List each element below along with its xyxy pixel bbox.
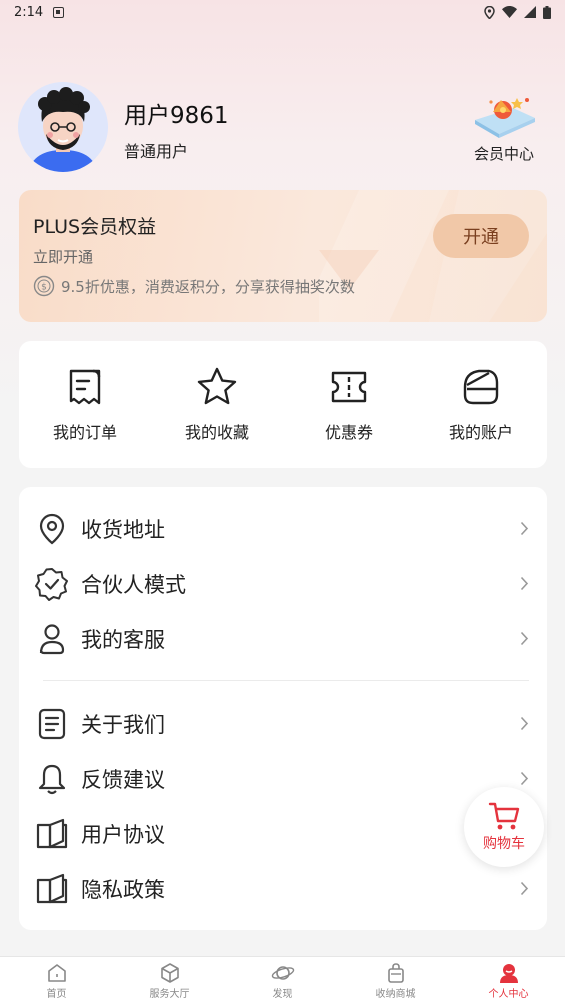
vip-gift-icon [475, 98, 535, 138]
menu-item-label: 隐私政策 [81, 878, 165, 902]
menu-item-label: 我的客服 [81, 628, 165, 652]
menu-item-label: 用户协议 [81, 823, 165, 847]
profile-section: 用户9861 普通用户 会员中心 [18, 82, 548, 177]
menu-item-privacy-policy[interactable]: 隐私政策 [19, 862, 547, 916]
bottom-navigation: 首页 服务大厅 发现 收纳商城 个人中心 [0, 956, 565, 1004]
nav-discover[interactable]: 发现 [226, 957, 339, 1004]
quick-action-label: 我的收藏 [184, 423, 249, 442]
receipt-icon [69, 369, 101, 405]
cart-label: 购物车 [483, 836, 525, 852]
plus-title: PLUS会员权益 [33, 216, 157, 238]
nav-storage-mall[interactable]: 收纳商城 [339, 957, 452, 1004]
nav-service-hall[interactable]: 服务大厅 [113, 957, 226, 1004]
vip-center-label: 会员中心 [473, 145, 534, 163]
verified-badge-icon [35, 567, 69, 601]
chevron-right-icon [520, 771, 529, 786]
bag-icon [387, 963, 404, 983]
chevron-right-icon [520, 881, 529, 896]
vip-center-button[interactable]: 会员中心 [464, 90, 544, 170]
star-icon [197, 367, 237, 405]
menu-item-address[interactable]: 收货地址 [19, 502, 547, 556]
bell-icon [35, 762, 69, 796]
status-icons [484, 5, 551, 19]
quick-action-coupons[interactable]: 优惠券 [283, 341, 415, 468]
coin-icon: $ [33, 275, 55, 297]
chevron-right-icon [520, 521, 529, 536]
nav-label: 首页 [46, 989, 67, 1000]
quick-action-label: 优惠券 [324, 423, 373, 442]
quick-action-label: 我的订单 [52, 423, 117, 442]
document-icon [35, 707, 69, 741]
menu-list-card: 收货地址 合伙人模式 我的客服 关于我们 反馈建议 用户协议 隐私政策 [19, 487, 547, 930]
location-icon [484, 5, 495, 19]
nav-label: 服务大厅 [149, 989, 190, 1000]
menu-item-about[interactable]: 关于我们 [19, 697, 547, 751]
quick-actions-card: 我的订单 我的收藏 优惠券 我的账户 [19, 341, 547, 468]
username: 用户9861 [124, 103, 229, 129]
chevron-right-icon [520, 631, 529, 646]
person-icon [35, 622, 69, 656]
status-bar: 2:14 [0, 0, 565, 24]
plus-open-button[interactable]: 开通 [433, 214, 529, 258]
wifi-icon [502, 6, 517, 18]
menu-divider [43, 680, 529, 681]
user-profile-icon [499, 964, 518, 983]
home-icon [47, 964, 66, 982]
menu-item-customer-service[interactable]: 我的客服 [19, 612, 547, 666]
menu-item-partner[interactable]: 合伙人模式 [19, 557, 547, 611]
planet-icon [271, 966, 294, 980]
avatar[interactable] [18, 82, 108, 172]
menu-item-label: 合伙人模式 [81, 573, 186, 597]
shopping-cart-icon [488, 802, 520, 830]
status-time: 2:14 [14, 4, 44, 20]
nav-label: 个人中心 [488, 989, 529, 1000]
chevron-right-icon [520, 576, 529, 591]
book-icon [35, 872, 69, 906]
cube-icon [160, 963, 179, 983]
nav-profile[interactable]: 个人中心 [452, 957, 565, 1004]
plus-membership-card[interactable]: PLUS会员权益 立即开通 $ 9.5折优惠，消费返积分，分享获得抽奖次数 开通 [19, 190, 547, 322]
quick-action-orders[interactable]: 我的订单 [19, 341, 151, 468]
signal-icon [524, 6, 536, 18]
avatar-illustration [18, 82, 108, 172]
menu-item-label: 反馈建议 [81, 768, 165, 792]
nav-label: 发现 [272, 989, 293, 1000]
quick-action-account[interactable]: 我的账户 [415, 341, 547, 468]
user-type: 普通用户 [124, 142, 189, 161]
plus-benefit-row: $ 9.5折优惠，消费返积分，分享获得抽奖次数 [33, 275, 355, 297]
menu-item-feedback[interactable]: 反馈建议 [19, 752, 547, 806]
book-icon [35, 817, 69, 851]
menu-item-label: 收货地址 [81, 518, 165, 542]
cart-floating-button[interactable]: 购物车 [464, 787, 544, 867]
chevron-right-icon [520, 716, 529, 731]
plus-subtitle: 立即开通 [33, 248, 94, 266]
wallet-icon [463, 369, 499, 405]
menu-item-label: 关于我们 [81, 713, 165, 737]
location-pin-icon [35, 512, 69, 546]
battery-icon [543, 5, 551, 19]
svg-text:$: $ [41, 283, 47, 293]
quick-action-favorites[interactable]: 我的收藏 [151, 341, 283, 468]
notification-icon [53, 6, 65, 18]
nav-label: 收纳商城 [375, 989, 416, 1000]
nav-home[interactable]: 首页 [0, 957, 113, 1004]
coupon-icon [331, 371, 367, 403]
quick-action-label: 我的账户 [448, 423, 513, 442]
plus-benefit-text: 9.5折优惠，消费返积分，分享获得抽奖次数 [61, 277, 355, 296]
